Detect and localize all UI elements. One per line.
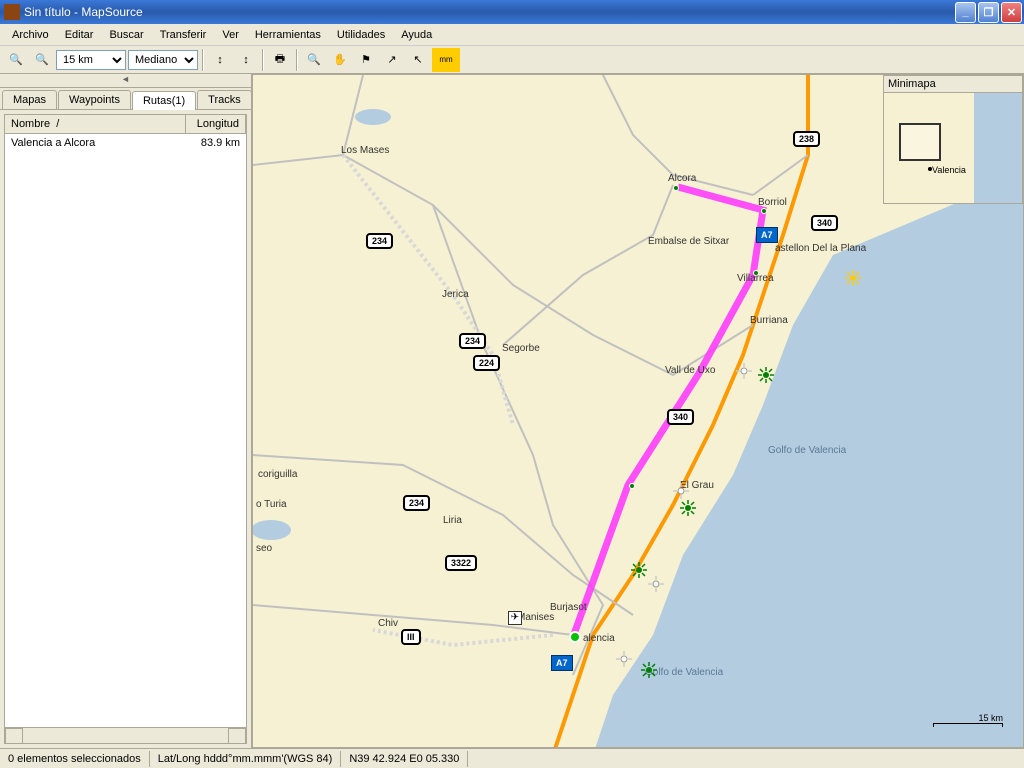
sun-icon: [673, 483, 689, 499]
detail-select[interactable]: Mediano: [128, 50, 198, 70]
menu-ayuda[interactable]: Ayuda: [393, 27, 440, 43]
label-burriana: Burriana: [750, 315, 788, 326]
toolbar: 🔍 🔍 15 km Mediano ↕ ↕ 🖶 🔍 ✋ ⚑ ↗ ↖ mm: [0, 46, 1024, 74]
minimap-viewport[interactable]: [899, 123, 941, 161]
menu-transferir[interactable]: Transferir: [152, 27, 215, 43]
sun-icon: [631, 562, 647, 578]
label-seo: seo: [256, 543, 272, 554]
shield-340: 340: [811, 215, 838, 231]
shield-234: 234: [366, 233, 393, 249]
col-longitud[interactable]: Longitud: [186, 115, 246, 133]
label-alcora: Alcora: [668, 173, 696, 184]
label-turia: o Turia: [256, 499, 287, 510]
sun-icon: [758, 367, 774, 383]
pan-tool-icon[interactable]: ✋: [328, 48, 352, 72]
route-tool-icon[interactable]: ↗: [380, 48, 404, 72]
tab-tracks[interactable]: Tracks: [197, 90, 252, 109]
label-villarrea: Villarrea: [737, 273, 774, 284]
statusbar: 0 elementos seleccionados Lat/Long hddd°…: [0, 748, 1024, 768]
minimap-title: Minimapa: [884, 76, 1022, 93]
menu-buscar[interactable]: Buscar: [101, 27, 151, 43]
flag-tool-icon[interactable]: ⚑: [354, 48, 378, 72]
col-nombre[interactable]: Nombre /: [5, 115, 186, 133]
sun-icon: [680, 500, 696, 516]
sidebar-tabs: Mapas Waypoints Rutas(1) Tracks: [0, 88, 251, 110]
route-length: 83.9 km: [186, 136, 246, 150]
list-row[interactable]: Valencia a Alcora 83.9 km: [5, 134, 246, 152]
minimap-label: Valencia: [932, 165, 966, 175]
search-tool-icon[interactable]: 🔍: [302, 48, 326, 72]
label-chiv: Chiv: [378, 618, 398, 629]
sun-icon: [641, 662, 657, 678]
measure-tool-icon[interactable]: mm: [432, 48, 460, 72]
route-start-dot: [569, 631, 581, 643]
label-jerica: Jerica: [442, 289, 469, 300]
close-button[interactable]: ✕: [1001, 2, 1022, 23]
device-upload-icon[interactable]: ↕: [208, 48, 232, 72]
shield-340: 340: [667, 409, 694, 425]
tab-rutas[interactable]: Rutas(1): [132, 91, 196, 110]
tab-mapas[interactable]: Mapas: [2, 90, 57, 109]
zoom-level-select[interactable]: 15 km: [56, 50, 126, 70]
label-manises: Manises: [517, 612, 554, 623]
minimize-button[interactable]: _: [955, 2, 976, 23]
label-borriol: Borriol: [758, 197, 787, 208]
map-canvas[interactable]: Los Mases Alcora Borriol Embalse de Sitx…: [252, 74, 1024, 748]
device-download-icon[interactable]: ↕: [234, 48, 258, 72]
label-los-mases: Los Mases: [341, 145, 389, 156]
sidebar: ◄ Mapas Waypoints Rutas(1) Tracks Nombre…: [0, 74, 252, 748]
city-dot: [629, 483, 635, 489]
list-scrollbar[interactable]: [5, 727, 246, 743]
window-title: Sin título - MapSource: [24, 5, 955, 19]
label-liria: Liria: [443, 515, 462, 526]
airport-icon: ✈: [508, 611, 522, 625]
label-valencia: alencia: [583, 633, 615, 644]
label-coriguilla: coriguilla: [258, 469, 297, 480]
titlebar: Sin título - MapSource _ ❐ ✕: [0, 0, 1024, 24]
scale-bar: 15 km: [933, 713, 1003, 727]
label-golfo1: Golfo de Valencia: [768, 445, 846, 456]
label-burjasot: Burjasot: [550, 602, 587, 613]
sun-icon: [648, 576, 664, 592]
route-list: Nombre / Longitud Valencia a Alcora 83.9…: [4, 114, 247, 744]
tab-waypoints[interactable]: Waypoints: [58, 90, 131, 109]
zoom-in-icon[interactable]: 🔍: [30, 48, 54, 72]
minimap-dot: [928, 167, 932, 171]
shield-224: 224: [473, 355, 500, 371]
sun-icon: [736, 363, 752, 379]
menu-utilidades[interactable]: Utilidades: [329, 27, 393, 43]
menu-ver[interactable]: Ver: [214, 27, 247, 43]
menubar: Archivo Editar Buscar Transferir Ver Her…: [0, 24, 1024, 46]
route-name: Valencia a Alcora: [5, 136, 186, 150]
shield-238: 238: [793, 131, 820, 147]
status-format: Lat/Long hddd°mm.mmm'(WGS 84): [150, 751, 342, 767]
shield-a7: A7: [551, 655, 573, 671]
label-segorbe: Segorbe: [502, 343, 540, 354]
sidebar-toggle[interactable]: ◄: [0, 74, 251, 88]
label-vall-de-uxo: Vall de Uxo: [665, 365, 715, 376]
minimap-canvas[interactable]: Valencia: [884, 93, 1022, 203]
shield-III: III: [401, 629, 421, 645]
city-dot: [761, 208, 767, 214]
status-coords: N39 42.924 E0 05.330: [341, 751, 468, 767]
shield-3322: 3322: [445, 555, 477, 571]
shield-a7: A7: [756, 227, 778, 243]
menu-archivo[interactable]: Archivo: [4, 27, 57, 43]
print-icon[interactable]: 🖶: [268, 48, 292, 72]
sun-icon: [616, 651, 632, 667]
sun-icon: [845, 270, 861, 286]
label-sitxar: Embalse de Sitxar: [648, 236, 729, 247]
shield-234: 234: [403, 495, 430, 511]
city-dot: [673, 185, 679, 191]
menu-herramientas[interactable]: Herramientas: [247, 27, 329, 43]
menu-editar[interactable]: Editar: [57, 27, 102, 43]
status-selection: 0 elementos seleccionados: [0, 751, 150, 767]
label-castellon: astellon Del la Plana: [775, 243, 866, 254]
zoom-out-icon[interactable]: 🔍: [4, 48, 28, 72]
app-icon: [4, 4, 20, 20]
maximize-button[interactable]: ❐: [978, 2, 999, 23]
minimap[interactable]: Minimapa Valencia: [883, 75, 1023, 204]
shield-234: 234: [459, 333, 486, 349]
select-tool-icon[interactable]: ↖: [406, 48, 430, 72]
